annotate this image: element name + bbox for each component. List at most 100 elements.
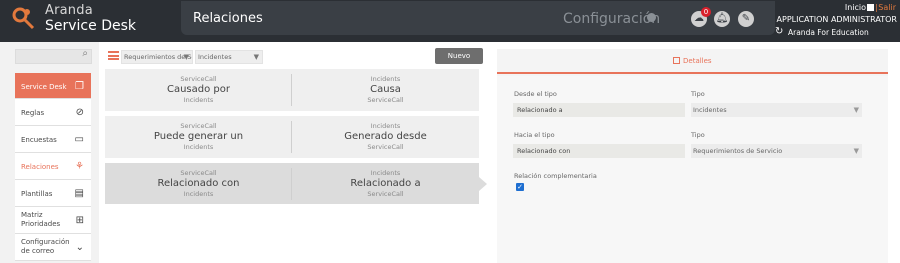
to-type-label: Hacia el tipo (514, 131, 555, 139)
details-header: Detalles (497, 49, 888, 74)
relation-target-entity: ServiceCall (367, 143, 404, 151)
new-button[interactable]: Nuevo (435, 48, 483, 64)
sidebar-item-label: Reglas (21, 109, 45, 117)
type1-select[interactable]: Incidentes ▼ (691, 103, 862, 117)
user-area: Inicio | Salir APPLICATION ADMINISTRATOR… (775, 3, 900, 39)
complementary-label: Relación complementaria (514, 172, 597, 180)
relation-source-entity: ServiceCall (180, 75, 217, 83)
type-filter-value: Incidentes (198, 53, 232, 61)
relation-left: ServiceCall Relacionado con Incidents (105, 163, 292, 205)
compass-icon: ⊘ (75, 107, 84, 118)
relation-name: Causado por (166, 84, 230, 95)
relation-card-selected[interactable]: ServiceCall Relacionado con Incidents In… (105, 163, 487, 205)
type-filter-select[interactable]: Incidentes ▼ (195, 50, 263, 64)
home-link[interactable]: Inicio (845, 3, 866, 12)
user-name: APPLICATION ADMINISTRATOR (776, 15, 897, 24)
relation-target-entity: ServiceCall (367, 190, 404, 198)
type2-select[interactable]: Requerimientos de Servicio ▼ (691, 144, 862, 158)
type1-label: Tipo (691, 90, 705, 98)
chevron-down-icon: ▼ (183, 53, 189, 61)
relation-name: Relacionado a (350, 178, 421, 189)
sidebar-item-configuracion-correo[interactable]: Configuración de correo ⌄ (15, 234, 91, 261)
relation-source-entity: Incidents (370, 169, 401, 177)
details-panel: Detalles Desde el tipo Relacionado a Tip… (497, 49, 888, 263)
from-type-field[interactable]: Relacionado a (513, 103, 685, 117)
sidebar-item-label: Plantillas (21, 190, 53, 198)
sidebar-item-encuestas[interactable]: Encuestas ▭ (15, 126, 91, 153)
sidebar-search-input[interactable]: ⌕ (15, 48, 92, 64)
relation-name: Causa (370, 84, 401, 95)
comment-icon: ▭ (74, 134, 84, 145)
sidebar-item-label: Service Desk (21, 83, 67, 91)
chevron-down-icon: ▼ (853, 147, 859, 155)
relation-target-entity: Incidents (183, 143, 214, 151)
company-name: Aranda (45, 3, 93, 18)
relation-name: Relacionado con (157, 178, 240, 189)
relation-target-entity: ServiceCall (367, 96, 404, 104)
sidebar-item-label: Encuestas (21, 136, 57, 144)
bell-icon[interactable]: 🔔︎ (714, 11, 730, 27)
complementary-checkbox[interactable]: ✓ (516, 183, 524, 191)
sidebar-item-matriz-prioridades[interactable]: Matriz Prioridades ⊞ (15, 207, 91, 234)
sidebar-item-plantillas[interactable]: Plantillas ▤ (15, 180, 91, 207)
from-type-label: Desde el tipo (514, 90, 557, 98)
config-link[interactable]: Configuración (563, 11, 660, 27)
sidebar-item-label: Relaciones (21, 163, 59, 171)
type1-value: Incidentes (693, 106, 727, 114)
relation-card[interactable]: ServiceCall Puede generar un Incidents I… (105, 116, 479, 158)
brand[interactable]: Aranda Service Desk (11, 2, 136, 40)
relation-target-entity: Incidents (183, 96, 214, 104)
sidebar-item-label: Configuración de correo (21, 238, 70, 255)
product-name: Service Desk (45, 18, 136, 34)
sidebar-item-label: Matriz Prioridades (21, 211, 61, 228)
relation-target-entity: Incidents (183, 190, 214, 198)
relation-card[interactable]: ServiceCall Causado por Incidents Incide… (105, 69, 479, 111)
page-title: Relaciones (193, 11, 263, 26)
relation-source-entity: Incidents (370, 75, 401, 83)
chevron-down-icon: ▼ (853, 106, 859, 114)
chevron-down-icon: ▼ (253, 53, 259, 61)
relation-source-entity: ServiceCall (180, 169, 217, 177)
top-bar: Aranda Service Desk Relaciones Configura… (0, 0, 900, 42)
relation-name: Puede generar un (153, 131, 244, 142)
hamburger-menu-icon[interactable] (108, 51, 119, 60)
tenant-name[interactable]: Aranda For Education (788, 28, 869, 37)
details-form: Desde el tipo Relacionado a Tipo Inciden… (497, 76, 888, 263)
relation-right: Incidents Causa ServiceCall (292, 69, 479, 111)
wrench-icon[interactable]: ✎ (738, 11, 754, 27)
filter-bar: Requerimientos de Se ▼ Incidentes ▼ Nuev… (105, 48, 485, 65)
tab-details-label: Detalles (683, 57, 712, 65)
sidebar-menu: Service Desk ❐ Reglas ⊘ Encuestas ▭ Rela… (15, 73, 91, 261)
document-icon: ▤ (74, 188, 84, 199)
search-icon[interactable]: ⌕ (82, 48, 88, 59)
relation-name: Generado desde (344, 131, 427, 142)
gear-icon[interactable] (647, 13, 656, 22)
sidebar: ⌕ Service Desk ❐ Reglas ⊘ Encuestas ▭ Re… (0, 42, 99, 263)
relation-right: Incidents Generado desde ServiceCall (292, 116, 479, 158)
relation-source-entity: ServiceCall (180, 122, 217, 130)
logout-link[interactable]: Salir (878, 3, 896, 12)
tab-details[interactable]: Detalles (673, 57, 712, 65)
chevron-down-icon: ⌄ (75, 242, 84, 253)
notification-badge: 0 (701, 7, 711, 17)
service-filter-select[interactable]: Requerimientos de Se ▼ (121, 50, 193, 64)
sidebar-item-relaciones[interactable]: Relaciones ⚘ (15, 153, 91, 180)
refresh-icon[interactable]: ↻ (775, 26, 783, 37)
type2-value: Requerimientos de Servicio (693, 147, 783, 155)
edit-icon (673, 57, 680, 64)
network-icon: ⚘ (75, 161, 84, 172)
to-type-field[interactable]: Relacionado con (513, 144, 685, 158)
home-icon[interactable] (867, 4, 874, 11)
relation-left: ServiceCall Puede generar un Incidents (105, 116, 292, 158)
aranda-logo-icon (12, 7, 35, 30)
table-icon: ⊞ (75, 215, 84, 226)
sidebar-item-service-desk[interactable]: Service Desk ❐ (15, 73, 91, 99)
relation-list: ServiceCall Causado por Incidents Incide… (105, 69, 491, 209)
relation-source-entity: Incidents (370, 122, 401, 130)
copy-icon: ❐ (75, 81, 84, 92)
sidebar-item-reglas[interactable]: Reglas ⊘ (15, 99, 91, 126)
type2-label: Tipo (691, 131, 705, 139)
relation-left: ServiceCall Causado por Incidents (105, 69, 292, 111)
title-panel: Relaciones Configuración ☁ 0 🔔︎ ✎ (181, 1, 775, 35)
relation-right: Incidents Relacionado a ServiceCall (292, 163, 479, 205)
